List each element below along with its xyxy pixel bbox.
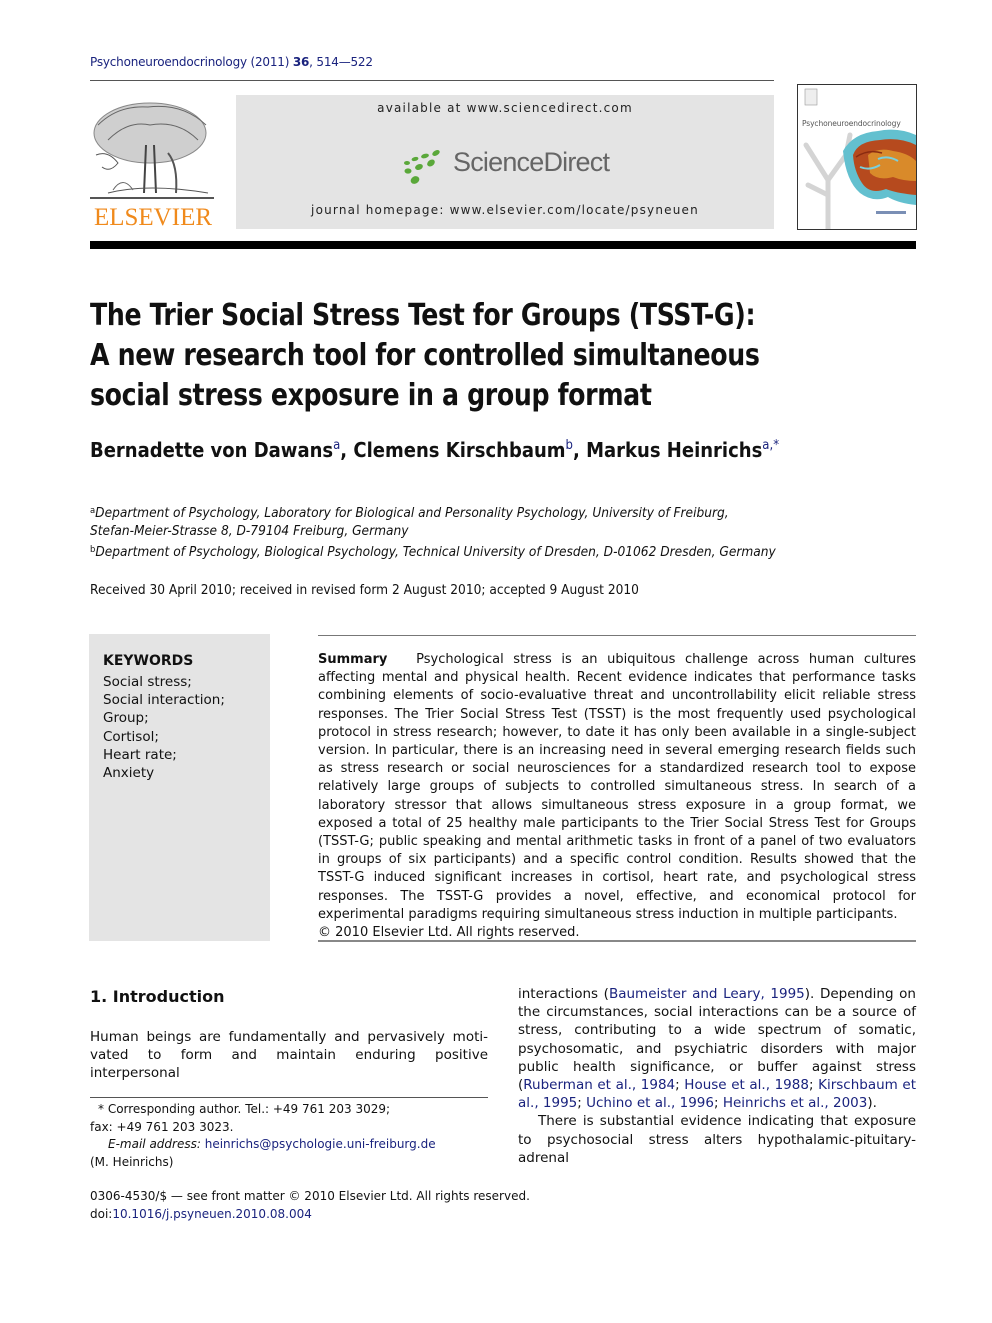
keyword-item: Social stress; [103, 674, 192, 690]
sciencedirect-wordmark: ScienceDirect [453, 147, 610, 177]
keyword-item: Group; [103, 710, 149, 727]
footnote-fax: fax: +49 761 203 3023. [90, 1119, 234, 1134]
body-text: interactions ( [518, 986, 609, 1002]
received-dates: Received 30 April 2010; received in revi… [90, 583, 639, 598]
intro-paragraph: There is substantial evidence indicating… [518, 1113, 916, 1166]
doi-label: doi: [90, 1207, 113, 1221]
keyword-item: Anxiety [103, 765, 155, 782]
affiliation-a: aDepartment of Psychology, Laboratory fo… [90, 502, 776, 523]
citation-link[interactable]: Heinrichs et al., 2003 [723, 1095, 868, 1111]
intro-paragraph: interactions (Baumeister and Leary, 1995… [518, 986, 917, 1112]
journal-citation[interactable]: Psychoneuroendocrinology (2011) 36, 514—… [90, 55, 373, 69]
footnote-corresponding: * Corresponding author. Tel.: +49 761 20… [98, 1102, 391, 1116]
author-affiliation-marker[interactable]: a [333, 438, 340, 453]
email-link[interactable]: heinrichs@psychologie.uni-freiburg.de [205, 1137, 436, 1151]
header-rule [90, 80, 774, 81]
footnote-name: (M. Heinrichs) [90, 1154, 174, 1169]
author-name[interactable]: Bernadette von Dawans [90, 438, 333, 462]
affiliation-text: Department of Psychology, Biological Psy… [95, 545, 776, 560]
abstract-label: Summary [318, 652, 388, 667]
journal-cover-thumbnail[interactable]: Psychoneuroendocrinology [797, 84, 917, 230]
journal-volume: 36 [292, 55, 310, 69]
front-matter: 0306-4530/$ — see front matter © 2010 El… [90, 1187, 530, 1223]
journal-homepage-link[interactable]: journal homepage: www.elsevier.com/locat… [236, 203, 774, 217]
author-affiliation-marker[interactable]: b [566, 438, 573, 453]
abstract-top-rule [318, 635, 916, 636]
author-name[interactable]: Markus Heinrichs [586, 438, 762, 462]
cover-artwork [803, 88, 916, 229]
sciencedirect-banner: available at www.sciencedirect.com Scien… [236, 95, 774, 229]
body-text: ). [867, 1095, 877, 1112]
article-title: The Trier Social Stress Test for Groups … [90, 296, 826, 416]
citation-link[interactable]: Uchino et al., 1996 [586, 1095, 714, 1111]
citation-link[interactable]: Baumeister and Leary, 1995 [609, 986, 805, 1002]
section-heading-introduction: 1. Introduction [90, 987, 225, 1006]
abstract: Summary Psychological stress is an ubiqu… [318, 651, 916, 942]
affiliation-text: Department of Psychology, Laboratory for… [95, 506, 729, 521]
footnote-email-line: E-mail address: heinrichs@psychologie.un… [90, 1136, 488, 1154]
header-thick-rule [90, 241, 916, 249]
journal-year: (2011) [250, 55, 290, 69]
affiliation-b: bDepartment of Psychology, Biological Ps… [90, 541, 776, 562]
elsevier-wordmark: ELSEVIER [93, 204, 213, 231]
affiliation-a-cont: Stefan-Meier-Strasse 8, D-79104 Freiburg… [90, 524, 409, 539]
title-line: The Trier Social Stress Test for Groups … [90, 298, 756, 333]
cover-journal-title: Psychoneuroendocrinology [802, 119, 901, 128]
sciencedirect-dots-icon [404, 150, 440, 184]
issn-line: 0306-4530/$ — see front matter © 2010 El… [90, 1189, 530, 1203]
citation-link[interactable]: Ruberman et al., 1984 [523, 1077, 675, 1093]
keywords-panel: KEYWORDS Social stress; Social interacti… [89, 634, 270, 941]
affiliations: aDepartment of Psychology, Laboratory fo… [90, 502, 776, 562]
author-name[interactable]: Clemens Kirschbaum [353, 438, 565, 462]
email-label: E-mail address: [108, 1137, 201, 1151]
title-line: A new research tool for controlled simul… [90, 338, 760, 373]
keyword-item: Heart rate; [103, 746, 177, 763]
abstract-bottom-rule [318, 940, 916, 942]
journal-name: Psychoneuroendocrinology [90, 55, 247, 69]
corresponding-author-footnote: * Corresponding author. Tel.: +49 761 20… [90, 1101, 488, 1171]
doi-link[interactable]: 10.1016/j.psyneuen.2010.08.004 [112, 1207, 312, 1221]
footnote-rule [90, 1097, 488, 1098]
citation-link[interactable]: House et al., 1988 [684, 1077, 809, 1093]
title-line: social stress exposure in a group format [90, 378, 652, 413]
keywords-heading: KEYWORDS [103, 653, 194, 669]
intro-left-column: Human beings are fundamentally and perva… [90, 1029, 488, 1082]
available-at-link[interactable]: available at www.sciencedirect.com [236, 101, 774, 115]
keywords-list: Social stress; Social interaction; Group… [103, 673, 225, 782]
abstract-text: Psychological stress is an ubiquitous ch… [318, 652, 916, 922]
keyword-item: Social interaction; [103, 692, 225, 709]
doi-line: doi:10.1016/j.psyneuen.2010.08.004 [90, 1205, 530, 1223]
intro-right-column: interactions (Baumeister and Leary, 1995… [518, 985, 916, 1167]
journal-pages: 514—522 [316, 55, 373, 69]
author-affiliation-marker[interactable]: a,* [762, 438, 779, 453]
author-list: Bernadette von Dawansa, Clemens Kirschba… [90, 438, 780, 462]
keyword-item: Cortisol; [103, 728, 159, 745]
sciencedirect-logo[interactable]: ScienceDirect [401, 147, 611, 187]
